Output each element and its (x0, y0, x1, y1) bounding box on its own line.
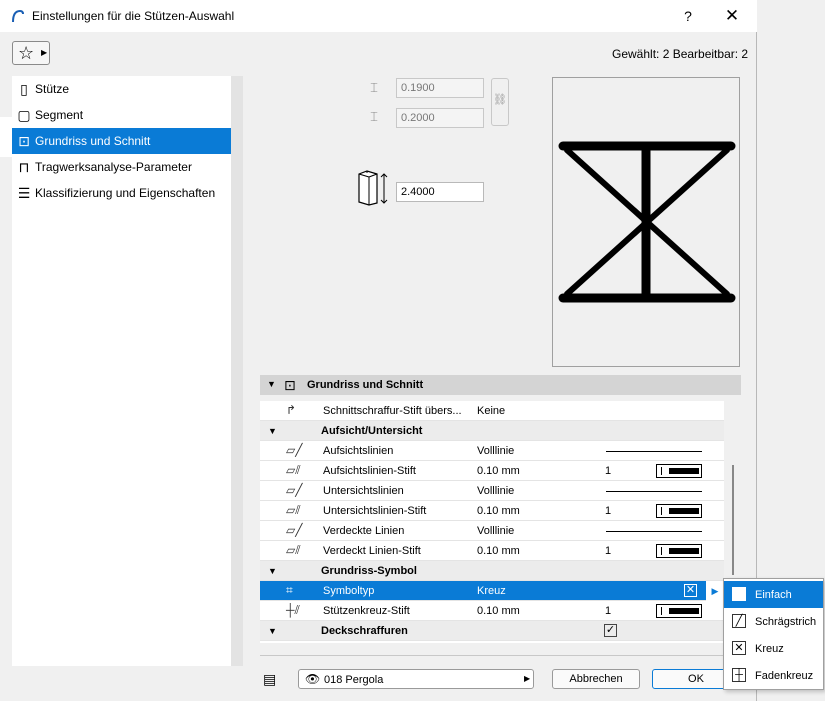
popup-option-einfach[interactable]: Einfach (724, 581, 823, 608)
section-title: Grundriss und Schnitt (307, 379, 424, 391)
column-icon: ▯ (20, 81, 28, 97)
sidebar-item-label: Stütze (35, 82, 70, 96)
table-row[interactable]: ▱╱ Aufsichtslinien Volllinie (260, 441, 724, 461)
structural-icon: ⊓ (18, 159, 30, 175)
table-row-symboltyp[interactable]: ⌗ Symboltyp Kreuz ✕ ▶ (260, 581, 724, 601)
sidebar-item-label: Klassifizierung und Eigenschaften (35, 186, 216, 200)
deckschraffuren-checkbox[interactable]: ✓ (604, 624, 617, 637)
crosshair-symbol-icon: ┼ (732, 668, 746, 682)
width-dimension-icon: ⌶ (370, 80, 378, 95)
layer-select[interactable]: 👁 018 Pergola ▶ (298, 669, 534, 689)
table-scrollbar[interactable] (732, 465, 734, 575)
popup-option-schraegstrich[interactable]: ╱ Schrägstrich (724, 608, 823, 635)
table-row[interactable]: ▱╱ Verdeckte Linien Volllinie (260, 521, 724, 541)
pen-weight-preview (656, 604, 702, 618)
table-row[interactable]: ▱⫽ Untersichtslinien-Stift 0.10 mm 1 (260, 501, 724, 521)
collapse-triangle-icon: ▼ (268, 426, 277, 436)
slash-symbol-icon: ╱ (732, 614, 746, 628)
collapse-triangle-icon: ▼ (268, 626, 277, 636)
table-group-row[interactable]: ▼ Deckschraffuren ✓ (260, 621, 724, 641)
hidden-lines-icon: ▱╱ (286, 523, 303, 537)
table-row[interactable]: ↱ Schnittschraffur-Stift übers... Keine (260, 401, 724, 421)
width-field[interactable]: 0.1900 (396, 78, 484, 98)
symbol-type-icon: ⌗ (286, 583, 293, 597)
sidebar-item-segment[interactable]: ▢ Segment (12, 102, 231, 128)
line-type-preview (606, 531, 702, 532)
depth-dimension-icon: ⌶ (370, 109, 378, 124)
pen-weight-preview (656, 504, 702, 518)
window-title: Einstellungen für die Stützen-Auswahl (32, 9, 235, 23)
square-symbol-icon (732, 587, 746, 601)
floorplan-icon: ⊡ (284, 377, 296, 393)
help-button[interactable]: ? (678, 6, 698, 26)
close-button[interactable]: ✕ (722, 6, 742, 26)
sidebar-item-label: Grundriss und Schnitt (35, 134, 151, 148)
sidebar-item-tragwerk[interactable]: ⊓ Tragwerksanalyse-Parameter (12, 154, 231, 180)
chevron-right-icon: ▶ (524, 674, 531, 683)
column-cross-pen-icon: ┼⫽ (286, 603, 300, 617)
table-row[interactable]: ┼⫽ Stützenkreuz-Stift 0.10 mm 1 (260, 601, 724, 621)
cross-symbol-icon: ✕ (684, 584, 697, 597)
panel-splitter[interactable] (231, 76, 243, 666)
cross-symbol-icon: ✕ (732, 641, 746, 655)
footer-divider (260, 655, 724, 656)
table-group-row[interactable]: ▼ Aufsicht/Untersicht (260, 421, 724, 441)
layer-icon: ▤ (263, 671, 277, 687)
top-view-lines-icon: ▱╱ (286, 443, 303, 457)
title-bar: Einstellungen für die Stützen-Auswahl ? … (0, 0, 757, 32)
sidebar-item-grundriss[interactable]: ⊡ Grundriss und Schnitt (12, 128, 231, 154)
table-group-row[interactable]: ▼ Grundriss-Symbol (260, 561, 724, 581)
eye-icon: 👁 (305, 672, 321, 686)
selection-count: Gewählt: 2 Bearbeitbar: 2 (612, 47, 749, 61)
segment-icon: ▢ (17, 107, 31, 123)
hidden-lines-pen-icon: ▱⫽ (286, 543, 301, 557)
app-logo-icon (12, 9, 24, 23)
chevron-right-icon: ▶ (41, 48, 48, 57)
sidebar-item-klassifizierung[interactable]: ☰ Klassifizierung und Eigenschaften (12, 180, 231, 206)
line-type-preview (606, 491, 702, 492)
line-type-preview (606, 451, 702, 452)
collapse-triangle-icon: ▼ (267, 379, 276, 389)
property-table: ↱ Schnittschraffur-Stift übers... Keine … (260, 401, 724, 643)
floorplan-icon: ⊡ (18, 133, 30, 149)
section-header-grundriss[interactable]: ▼ ⊡ Grundriss und Schnitt (260, 375, 741, 395)
bottom-view-lines-icon: ▱╱ (286, 483, 303, 497)
sidebar-item-stuetze[interactable]: ▯ Stütze (12, 76, 231, 102)
table-row[interactable]: ▱⫽ Verdeckt Linien-Stift 0.10 mm 1 (260, 541, 724, 561)
sidebar-item-label: Segment (35, 108, 84, 122)
column-cross-symbol (558, 141, 736, 303)
symbol-type-popup: Einfach ╱ Schrägstrich ✕ Kreuz ┼ Fadenkr… (723, 578, 824, 690)
symbol-preview (552, 77, 740, 367)
pen-override-icon: ↱ (286, 403, 297, 417)
pen-weight-preview (656, 544, 702, 558)
top-view-pen-icon: ▱⫽ (286, 463, 301, 477)
popup-option-kreuz[interactable]: ✕ Kreuz (724, 635, 823, 662)
depth-field[interactable]: 0.2000 (396, 108, 484, 128)
sidebar-item-label: Tragwerksanalyse-Parameter (35, 160, 192, 174)
favorites-button[interactable]: ☆ ▶ (12, 41, 50, 65)
popup-option-fadenkreuz[interactable]: ┼ Fadenkreuz (724, 662, 823, 689)
table-row[interactable]: ▱⫽ Aufsichtslinien-Stift 0.10 mm 1 (260, 461, 724, 481)
cancel-button[interactable]: Abbrechen (552, 669, 640, 689)
classification-icon: ☰ (17, 185, 31, 201)
chevron-right-icon[interactable]: ▶ (706, 581, 724, 601)
bottom-view-pen-icon: ▱⫽ (286, 503, 301, 517)
table-row[interactable]: ▱╱ Untersichtslinien Volllinie (260, 481, 724, 501)
link-chain-icon[interactable]: ⛓ (491, 78, 509, 126)
height-field[interactable]: 2.4000 (396, 182, 484, 202)
height-dimension-icon (358, 170, 388, 206)
collapse-triangle-icon: ▼ (268, 566, 277, 576)
star-icon: ☆ (18, 43, 35, 63)
dialog-window: Einstellungen für die Stützen-Auswahl ? … (0, 0, 757, 701)
pen-weight-preview (656, 464, 702, 478)
sidebar-nav: ▯ Stütze ▢ Segment ⊡ Grundriss und Schni… (12, 76, 231, 666)
